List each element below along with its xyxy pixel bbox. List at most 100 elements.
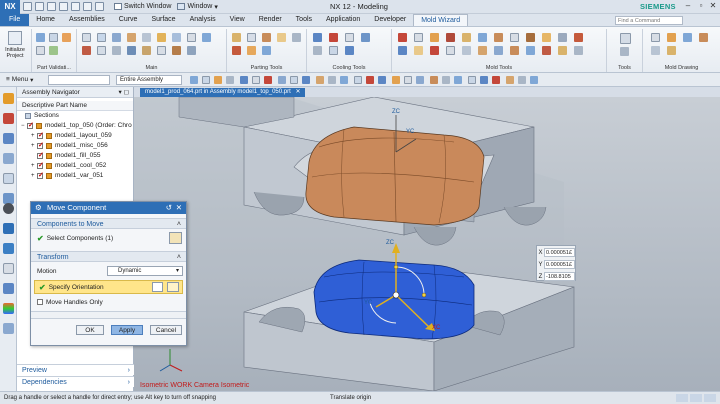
tool-icon[interactable] bbox=[157, 33, 166, 42]
save-icon[interactable] bbox=[23, 2, 32, 11]
tool-icon[interactable] bbox=[446, 46, 455, 55]
motion-dropdown[interactable]: Dynamic ▾ bbox=[107, 266, 183, 276]
tool-icon[interactable] bbox=[247, 33, 256, 42]
tool-icon[interactable] bbox=[526, 33, 535, 42]
snap-icon[interactable] bbox=[392, 76, 400, 84]
tree-item[interactable]: + model1_misc_056 bbox=[17, 141, 133, 151]
x-value-field[interactable]: 0.000051£ bbox=[544, 248, 575, 257]
visibility-checkbox[interactable] bbox=[27, 121, 34, 131]
snap-icon[interactable] bbox=[202, 76, 210, 84]
restore-icon[interactable]: ▫ bbox=[695, 1, 707, 11]
copy-icon[interactable] bbox=[71, 2, 80, 11]
tool-icon[interactable] bbox=[292, 33, 301, 42]
tab-curve[interactable]: Curve bbox=[112, 14, 145, 26]
tab-view[interactable]: View bbox=[223, 14, 252, 26]
apply-button[interactable]: Apply bbox=[111, 325, 143, 335]
tool-icon[interactable] bbox=[142, 46, 151, 55]
minimize-icon[interactable]: – bbox=[682, 1, 694, 11]
tool-icon[interactable] bbox=[82, 46, 91, 55]
tool-icon[interactable] bbox=[574, 33, 583, 42]
tool-icon[interactable] bbox=[232, 46, 241, 55]
close-tab-icon[interactable]: ✕ bbox=[295, 89, 300, 95]
cut-icon[interactable] bbox=[59, 2, 68, 11]
snap-icon[interactable] bbox=[530, 76, 538, 84]
snap-icon[interactable] bbox=[340, 76, 348, 84]
tree-item[interactable]: model1_fill_055 bbox=[17, 151, 133, 161]
tool-icon[interactable] bbox=[478, 46, 487, 55]
tool-icon[interactable] bbox=[97, 46, 106, 55]
cancel-button[interactable]: Cancel bbox=[150, 325, 182, 335]
snap-icon[interactable] bbox=[518, 76, 526, 84]
tool-icon[interactable] bbox=[232, 33, 241, 42]
tool-icon[interactable] bbox=[510, 33, 519, 42]
part-navigator-icon[interactable] bbox=[3, 133, 14, 144]
visibility-checkbox[interactable] bbox=[37, 151, 44, 161]
tool-icon[interactable] bbox=[345, 33, 354, 42]
tool-icon[interactable] bbox=[430, 46, 439, 55]
tool-icon[interactable] bbox=[157, 46, 166, 55]
constraint-navigator-icon[interactable] bbox=[3, 113, 14, 124]
tool-icon[interactable] bbox=[277, 33, 286, 42]
tab-home[interactable]: Home bbox=[29, 14, 62, 26]
snap-icon[interactable] bbox=[378, 76, 386, 84]
tool-icon[interactable] bbox=[97, 33, 106, 42]
tab-application[interactable]: Application bbox=[319, 14, 367, 26]
snap-icon[interactable] bbox=[214, 76, 222, 84]
tool-icon[interactable] bbox=[172, 46, 181, 55]
tool-icon[interactable] bbox=[127, 33, 136, 42]
tool-icon[interactable] bbox=[36, 33, 45, 42]
snap-icon[interactable] bbox=[264, 76, 272, 84]
tool-icon[interactable] bbox=[699, 33, 708, 42]
snap-icon[interactable] bbox=[328, 76, 336, 84]
tool-icon[interactable] bbox=[558, 33, 567, 42]
snap-icon[interactable] bbox=[366, 76, 374, 84]
close-icon[interactable]: ✕ bbox=[176, 202, 182, 214]
selection-scope-dropdown[interactable]: Entire Assembly bbox=[116, 75, 182, 85]
preview-panel-toggle[interactable]: › Preview bbox=[17, 364, 134, 375]
process-studio-icon[interactable] bbox=[3, 323, 14, 334]
z-value-field[interactable]: -108.8105 bbox=[544, 272, 575, 281]
tool-icon[interactable] bbox=[683, 33, 692, 42]
tool-icon[interactable] bbox=[478, 33, 487, 42]
snap-icon[interactable] bbox=[190, 76, 198, 84]
tool-icon[interactable] bbox=[345, 46, 354, 55]
transform-section[interactable]: Transform ˄ bbox=[31, 251, 186, 262]
tool-icon[interactable] bbox=[361, 33, 370, 42]
close-icon[interactable]: ✕ bbox=[707, 1, 719, 11]
tool-icon[interactable] bbox=[142, 33, 151, 42]
snap-icon[interactable] bbox=[252, 76, 260, 84]
switch-window-button[interactable]: Switch Window bbox=[114, 3, 171, 10]
repeat-command-icon[interactable] bbox=[95, 2, 104, 11]
tool-icon[interactable] bbox=[494, 46, 503, 55]
snap-icon[interactable] bbox=[302, 76, 310, 84]
dependencies-panel-toggle[interactable]: › Dependencies bbox=[17, 376, 134, 387]
graphics-window[interactable]: ZC YC ZC XC YC Isometric WORK Camera Iso… bbox=[134, 97, 720, 391]
tool-icon[interactable] bbox=[187, 46, 196, 55]
redo-icon[interactable] bbox=[47, 2, 56, 11]
tab-mold-wizard[interactable]: Mold Wizard bbox=[413, 14, 469, 26]
snap-icon[interactable] bbox=[240, 76, 248, 84]
reuse-library-icon[interactable] bbox=[3, 153, 14, 164]
snap-icon[interactable] bbox=[404, 76, 412, 84]
tool-icon[interactable] bbox=[430, 33, 439, 42]
type-filter-dropdown[interactable] bbox=[48, 75, 110, 85]
snap-icon[interactable] bbox=[492, 76, 500, 84]
tree-item[interactable]: + model1_cool_052 bbox=[17, 161, 133, 171]
tool-icon[interactable] bbox=[247, 46, 256, 55]
system-materials-icon[interactable] bbox=[3, 263, 14, 274]
tool-icon[interactable] bbox=[462, 46, 471, 55]
snap-icon[interactable] bbox=[316, 76, 324, 84]
tool-icon[interactable] bbox=[36, 46, 45, 55]
tool-icon[interactable] bbox=[574, 46, 583, 55]
reset-icon[interactable]: ↺ bbox=[166, 202, 172, 214]
tool-icon[interactable] bbox=[329, 33, 338, 42]
tab-assemblies[interactable]: Assemblies bbox=[62, 14, 112, 26]
assembly-navigator-icon[interactable] bbox=[3, 93, 14, 104]
tool-icon[interactable] bbox=[49, 33, 58, 42]
tab-tools[interactable]: Tools bbox=[289, 14, 319, 26]
tool-icon[interactable] bbox=[620, 33, 631, 44]
visibility-eye-icon[interactable] bbox=[3, 203, 14, 214]
tree-item[interactable]: + model1_layout_059 bbox=[17, 131, 133, 141]
tool-icon[interactable] bbox=[398, 33, 407, 42]
graphics-tab[interactable]: model1_prod_064.prt in Assembly model1_t… bbox=[140, 88, 306, 97]
